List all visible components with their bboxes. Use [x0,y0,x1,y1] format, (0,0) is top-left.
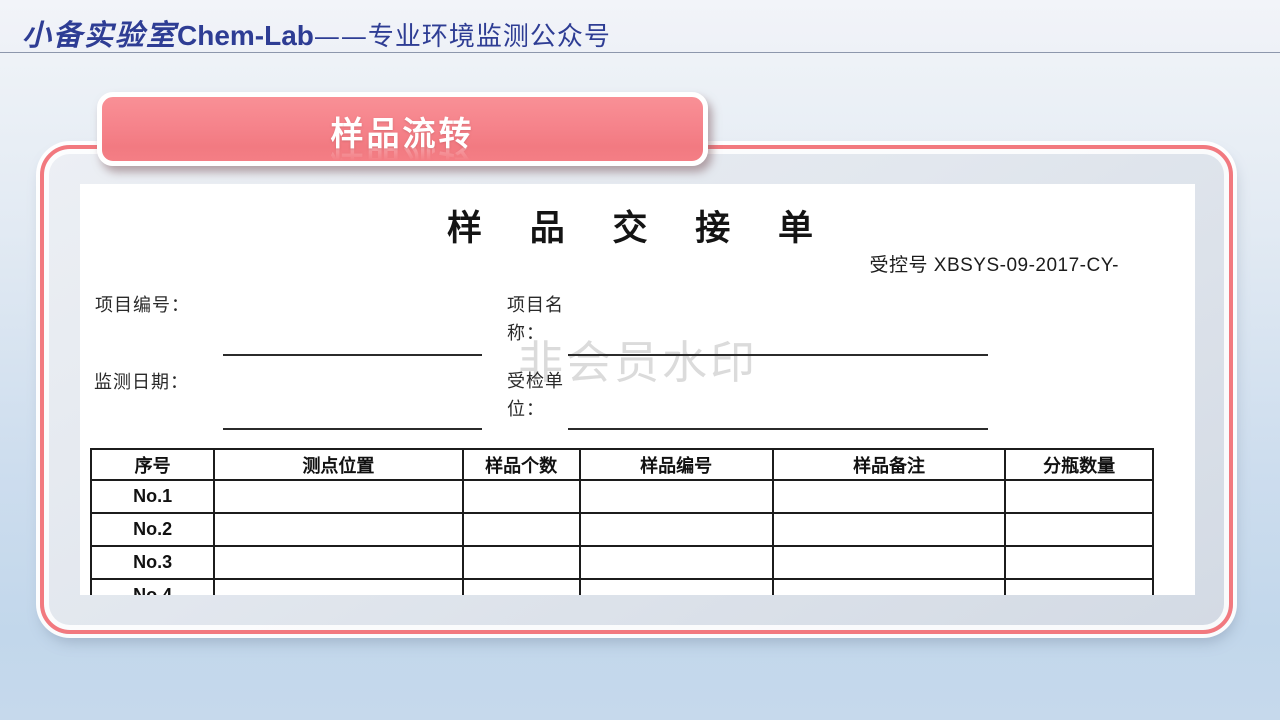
brand-title: 小备实验室Chem-Lab——专业环境监测公众号 [22,12,611,54]
empty-cell [1005,513,1153,546]
row-index: No.2 [91,513,214,546]
section-tab: 样品流转 [97,92,708,166]
controlled-number-value: XBSYS-09-2017-CY- [934,255,1119,276]
field-label-project-number: 项目编号： [95,291,190,319]
table-row: No.1 [91,480,1153,513]
empty-cell [463,480,580,513]
empty-cell [773,579,1006,595]
row-index: No.4 [91,579,214,595]
empty-cell [1005,546,1153,579]
empty-cell [463,513,580,546]
empty-cell [214,546,463,579]
col-header-sample-remark: 样品备注 [773,449,1006,480]
empty-cell [773,480,1006,513]
fill-line-project-name [568,354,988,356]
empty-cell [580,579,773,595]
field-label-monitor-date: 监测日期： [94,368,189,396]
empty-cell [1005,480,1153,513]
slide-page: 小备实验室Chem-Lab——专业环境监测公众号 样品流转 非会员水印 样 品 … [0,0,1280,720]
table-header-row: 序号 测点位置 样品个数 样品编号 样品备注 分瓶数量 [91,449,1153,480]
empty-cell [214,480,463,513]
empty-cell [580,480,773,513]
controlled-number-label: 受控号 [869,255,928,276]
sample-table: 序号 测点位置 样品个数 样品编号 样品备注 分瓶数量 No.1 [90,448,1154,595]
empty-cell [773,513,1006,546]
empty-cell [580,546,773,579]
empty-cell [580,513,773,546]
field-label-project-name: 项目名称： [507,291,571,347]
fill-line-inspected-unit [568,428,988,430]
col-header-sample-count: 样品个数 [463,449,580,480]
table-row: No.2 [91,513,1153,546]
brand-name-chinese: 小备实验室 [22,18,177,52]
empty-cell [1005,579,1153,595]
table-row: No.3 [91,546,1153,579]
field-label-inspected-unit: 受检单位： [507,367,571,423]
controlled-number: 受控号 XBSYS-09-2017-CY- [869,250,1119,277]
empty-cell [463,579,580,595]
col-header-sample-id: 样品编号 [580,449,773,480]
brand-tagline: ——专业环境监测公众号 [314,22,611,52]
brand-header-bar: 小备实验室Chem-Lab——专业环境监测公众号 [0,0,1280,53]
empty-cell [214,513,463,546]
row-index: No.1 [91,480,214,513]
empty-cell [463,546,580,579]
col-header-bottle-count: 分瓶数量 [1005,449,1153,480]
row-index: No.3 [91,546,214,579]
fill-line-monitor-date [223,428,482,430]
form-document: 非会员水印 样 品 交 接 单 受控号 XBSYS-09-2017-CY- 项目… [80,184,1195,595]
form-title: 样 品 交 接 单 [80,200,1195,251]
empty-cell [214,579,463,595]
brand-name-latin: Chem-Lab [177,20,314,51]
table-row: No.4 [91,579,1153,595]
empty-cell [773,546,1006,579]
section-tab-label: 样品流转 [331,107,475,155]
fill-line-project-number [223,354,482,356]
col-header-index: 序号 [91,449,214,480]
col-header-location: 测点位置 [214,449,463,480]
